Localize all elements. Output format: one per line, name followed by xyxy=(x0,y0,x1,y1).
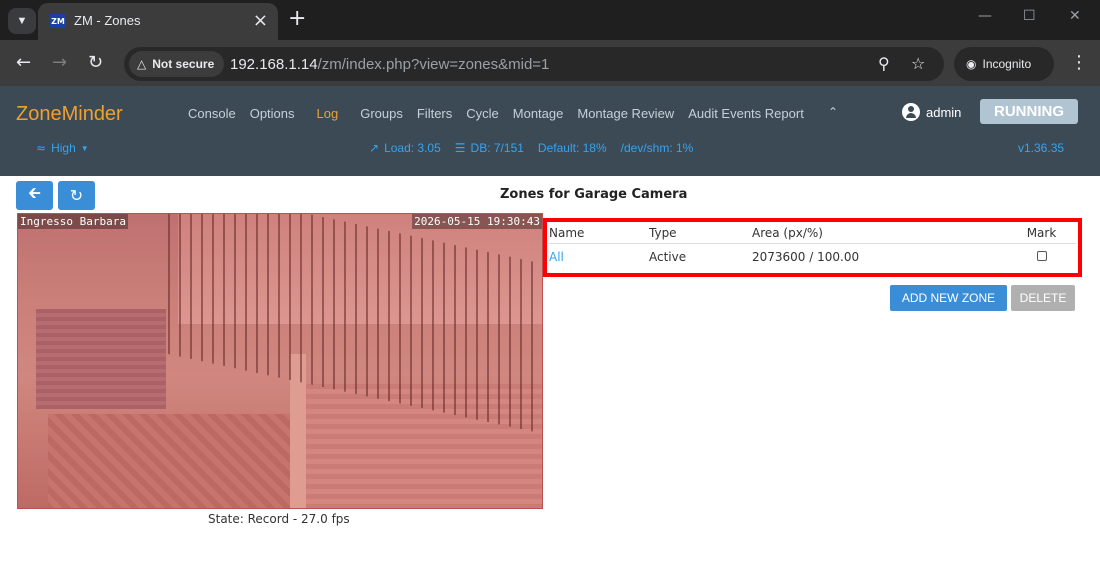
load-value: Load: 3.05 xyxy=(384,141,441,155)
page-title: Zones for Garage Camera xyxy=(500,187,688,202)
zm-menu: Console Options Log Groups Filters Cycle… xyxy=(188,106,818,121)
menu-audit-events[interactable]: Audit Events Report xyxy=(688,106,804,121)
camera-image[interactable]: Ingresso Barbara 2026-05-15 19:30:43 xyxy=(17,213,543,509)
menu-console[interactable]: Console xyxy=(188,106,236,121)
menu-montage-review[interactable]: Montage Review xyxy=(577,106,674,121)
incognito-label: Incognito xyxy=(982,57,1032,71)
tab-search-icon[interactable]: ▼ xyxy=(8,8,36,34)
menu-cycle[interactable]: Cycle xyxy=(466,106,499,121)
camera-state: State: Record - 27.0 fps xyxy=(208,512,350,526)
wifi-icon: ≈ xyxy=(36,141,47,155)
bandwidth-label: High xyxy=(51,141,76,155)
warning-icon: △ xyxy=(137,57,147,71)
url-path: /zm/index.php?view=zones&mid=1 xyxy=(317,56,550,73)
bookmark-star-icon[interactable]: ☆ xyxy=(911,54,925,73)
db-value: DB: 7/151 xyxy=(470,141,524,155)
menu-log[interactable]: Log xyxy=(317,106,339,121)
menu-montage[interactable]: Montage xyxy=(513,106,564,121)
close-tab-icon[interactable]: × xyxy=(253,10,268,31)
delete-button[interactable]: DELETE xyxy=(1011,285,1075,311)
menu-filters[interactable]: Filters xyxy=(417,106,452,121)
database-icon: ☰ xyxy=(454,141,466,155)
default-disk-stat[interactable]: Default: 18% xyxy=(538,141,607,155)
user-icon xyxy=(902,103,920,121)
camera-timestamp: 2026-05-15 19:30:43 xyxy=(412,214,542,229)
trend-icon: ↗ xyxy=(369,141,380,155)
zm-logo[interactable]: ZoneMinder xyxy=(16,103,123,126)
browser-toolbar: ← → ↻ △ Not secure 192.168.1.14/zm/index… xyxy=(0,40,1100,86)
security-label: Not secure xyxy=(152,57,215,71)
system-stats: ↗ Load: 3.05 ☰ DB: 7/151 Default: 18% /dev… xyxy=(369,141,693,155)
add-new-zone-button[interactable]: ADD NEW ZONE xyxy=(890,285,1007,311)
window-close-icon[interactable]: ✕ xyxy=(1069,8,1081,24)
run-state-button[interactable]: RUNNING xyxy=(980,99,1078,124)
zoom-icon[interactable]: ⚲ xyxy=(878,54,890,73)
zm-navbar: ZoneMinder Console Options Log Groups Fi… xyxy=(0,86,1100,176)
version-label[interactable]: v1.36.35 xyxy=(1018,141,1064,155)
security-chip[interactable]: △ Not secure xyxy=(129,51,225,77)
refresh-button[interactable]: ↻ xyxy=(58,181,95,210)
tab-strip: ▼ ZM ZM - Zones × + — ☐ ✕ xyxy=(0,0,1100,40)
incognito-icon: ◉ xyxy=(966,57,977,71)
caret-down-icon: ▼ xyxy=(80,143,89,153)
favicon-icon: ZM xyxy=(50,14,66,28)
browser-menu-icon[interactable]: ⋮ xyxy=(1070,52,1088,73)
address-bar[interactable]: △ Not secure 192.168.1.14/zm/index.php?v… xyxy=(124,47,944,81)
menu-options[interactable]: Options xyxy=(250,106,295,121)
user-name: admin xyxy=(926,104,962,120)
forward-icon[interactable]: → xyxy=(52,52,67,73)
tab-zm-zones[interactable]: ZM ZM - Zones × xyxy=(38,3,278,40)
load-stat: ↗ Load: 3.05 xyxy=(369,141,441,155)
new-tab-icon[interactable]: + xyxy=(288,6,306,31)
browser-chrome: ▼ ZM ZM - Zones × + — ☐ ✕ ← → ↻ △ Not se… xyxy=(0,0,1100,86)
arrow-left-icon: 🡰 xyxy=(28,183,41,202)
collapse-menu-icon[interactable]: ⌃ xyxy=(828,105,838,119)
reload-icon[interactable]: ↻ xyxy=(88,52,103,73)
zone-overlay[interactable] xyxy=(18,214,542,508)
highlight-box xyxy=(543,218,1082,277)
db-stat: ☰ DB: 7/151 xyxy=(455,141,524,155)
url-host: 192.168.1.14 xyxy=(230,56,318,73)
camera-label: Ingresso Barbara xyxy=(18,214,128,229)
tab-title: ZM - Zones xyxy=(74,13,141,28)
user-menu[interactable]: admin xyxy=(902,103,961,121)
menu-groups[interactable]: Groups xyxy=(360,106,403,121)
incognito-chip[interactable]: ◉ Incognito xyxy=(954,47,1054,81)
shm-stat[interactable]: /dev/shm: 1% xyxy=(621,141,694,155)
bandwidth-dropdown[interactable]: ≈ High ▼ xyxy=(36,141,89,155)
back-icon[interactable]: ← xyxy=(16,52,31,73)
back-button[interactable]: 🡰 xyxy=(16,181,53,210)
maximize-icon[interactable]: ☐ xyxy=(1023,8,1036,24)
refresh-icon: ↻ xyxy=(69,186,84,205)
minimize-icon[interactable]: — xyxy=(978,8,992,24)
url-text[interactable]: 192.168.1.14/zm/index.php?view=zones&mid… xyxy=(230,56,549,73)
